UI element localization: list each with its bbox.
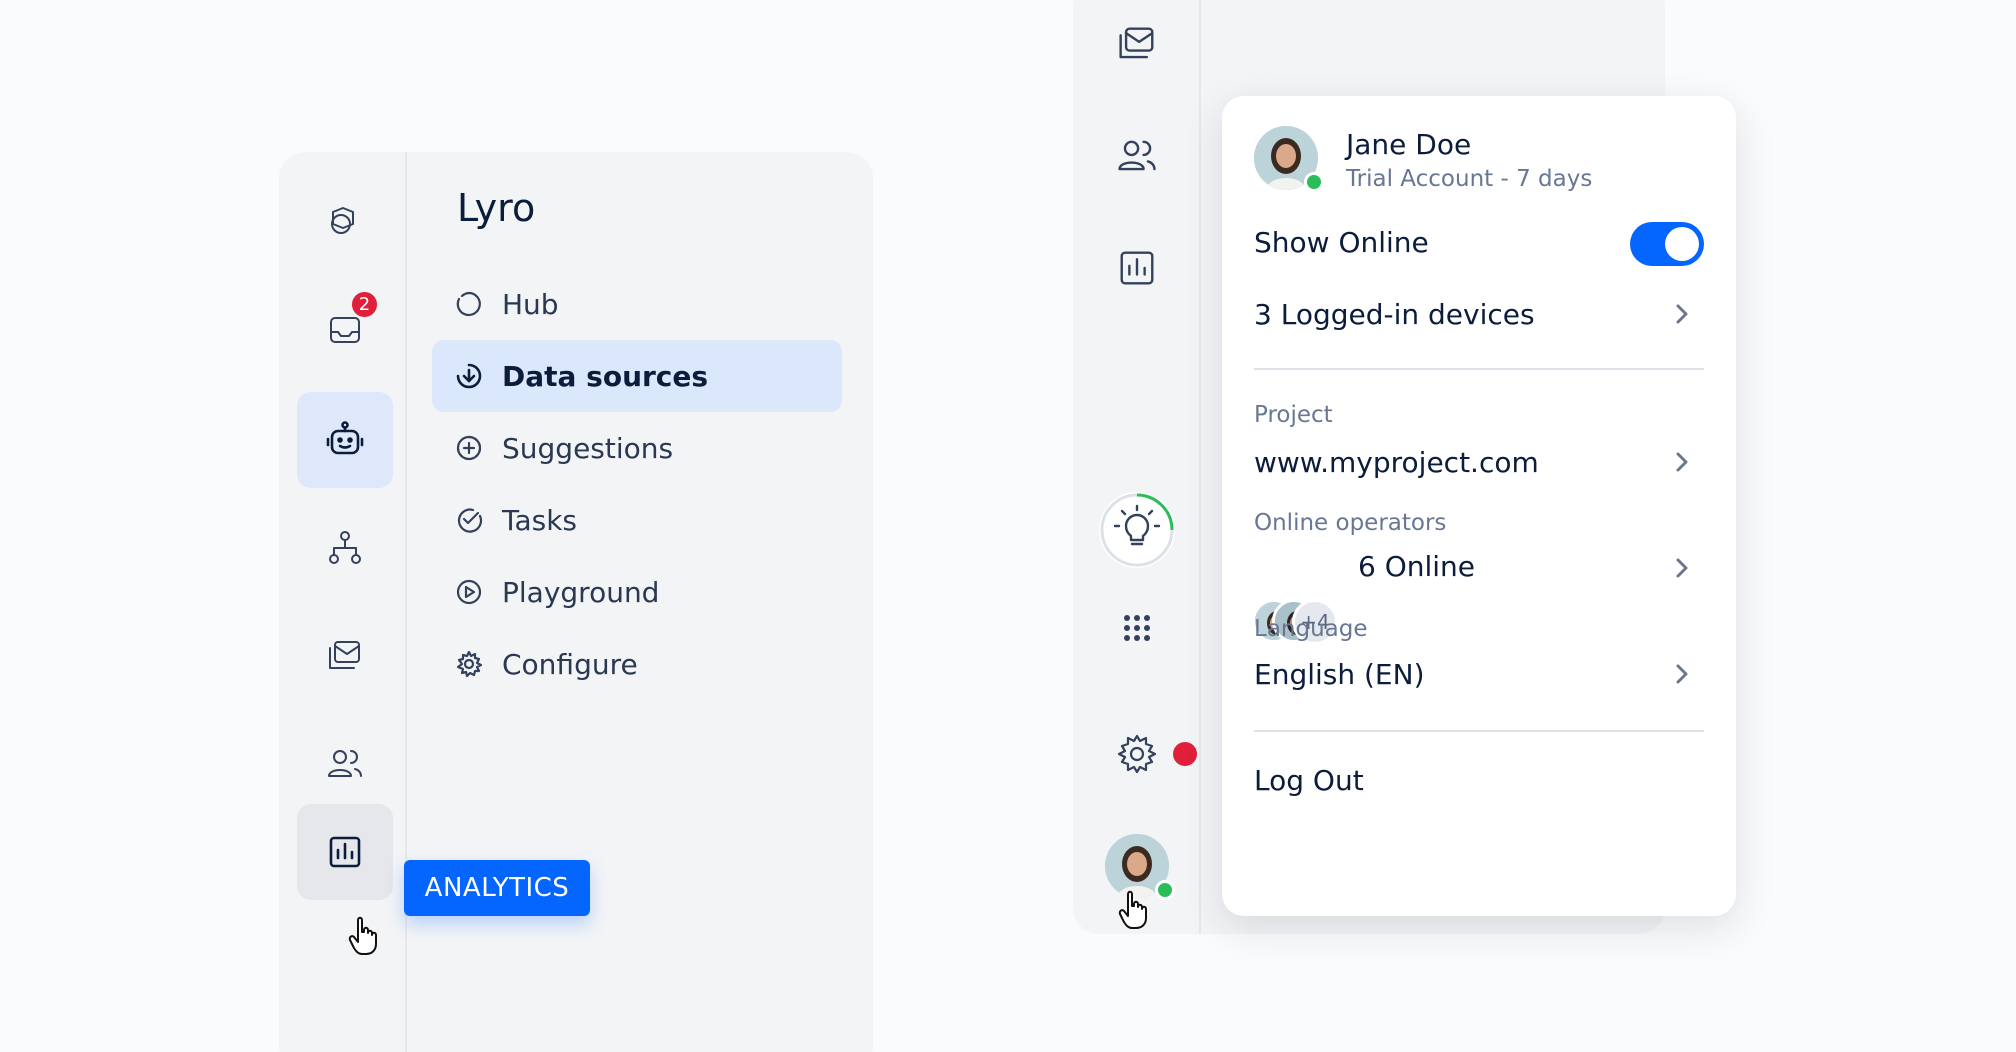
show-online-label: Show Online	[1254, 226, 1429, 259]
chevron-right-icon	[1672, 450, 1692, 474]
toggle-knob	[1665, 227, 1699, 261]
users-icon	[328, 750, 362, 777]
check-circle-icon	[457, 508, 483, 533]
shapes-icon	[331, 207, 354, 234]
plus-circle-icon	[456, 435, 482, 461]
lightbulb-progress-icon	[1100, 493, 1174, 567]
hand-cursor-icon	[1118, 890, 1150, 930]
rail-analytics-button[interactable]	[1113, 244, 1161, 292]
mail-stack-icon	[329, 641, 360, 669]
hub-icon	[456, 291, 481, 317]
play-circle-icon	[456, 579, 482, 605]
show-online-toggle[interactable]	[1630, 222, 1704, 266]
settings-button[interactable]	[1113, 730, 1161, 778]
rail-contacts-button[interactable]	[297, 716, 393, 812]
flow-tree-icon	[329, 531, 361, 564]
menu-item-label: Playground	[502, 575, 660, 609]
menu-item-configure[interactable]: Configure	[432, 628, 842, 700]
chevron-right-icon	[1672, 302, 1692, 326]
online-status-dot	[1304, 172, 1324, 192]
gear-icon	[1117, 734, 1157, 774]
mail-stack-icon	[1119, 27, 1154, 59]
users-icon	[1118, 140, 1156, 171]
project-section-label: Project	[1254, 402, 1333, 428]
logout-button[interactable]: Log Out	[1254, 764, 1364, 797]
menu-item-label: Data sources	[502, 359, 709, 393]
menu-item-label: Tasks	[502, 503, 578, 537]
settings-alert-dot	[1173, 742, 1197, 766]
menu-item-suggestions[interactable]: Suggestions	[432, 412, 842, 484]
menu-item-data-sources[interactable]: Data sources	[432, 340, 842, 412]
menu-item-label: Hub	[502, 287, 559, 321]
operators-online-count: 6 Online	[1358, 550, 1476, 583]
user-name: Jane Doe	[1346, 128, 1472, 161]
analytics-tooltip: ANALYTICS	[404, 860, 590, 916]
rail-mailing-button[interactable]	[297, 608, 393, 704]
user-plan: Trial Account - 7 days	[1346, 166, 1593, 192]
rail-dashboard-button[interactable]	[297, 172, 393, 268]
gear-icon	[456, 650, 483, 678]
rail-inbox-button[interactable]: 2	[297, 282, 393, 378]
menu-item-hub[interactable]: Hub	[432, 268, 842, 340]
menu-item-tasks[interactable]: Tasks	[432, 484, 842, 556]
inbox-badge: 2	[350, 290, 379, 319]
project-value: www.myproject.com	[1254, 446, 1539, 479]
menu-item-label: Suggestions	[502, 431, 674, 465]
profile-dropdown: Jane Doe Trial Account - 7 days Show Onl…	[1222, 96, 1736, 916]
apps-grid-icon	[1124, 615, 1150, 641]
rail-lyro-button[interactable]	[297, 392, 393, 488]
rail-contacts-button[interactable]	[1113, 132, 1161, 180]
divider	[1254, 730, 1704, 732]
chevron-right-icon	[1672, 662, 1692, 686]
divider	[1254, 368, 1704, 370]
language-value: English (EN)	[1254, 658, 1425, 691]
rail-analytics-button[interactable]	[297, 804, 393, 900]
icon-rail	[1073, 0, 1201, 934]
rail-mailing-button[interactable]	[1113, 20, 1161, 68]
menu-item-label: Configure	[502, 647, 638, 681]
online-status-dot	[1155, 880, 1175, 900]
hand-cursor-icon	[348, 916, 380, 956]
language-section-label: Language	[1254, 616, 1368, 642]
operators-section-label: Online operators	[1254, 510, 1447, 536]
apps-button[interactable]	[1113, 604, 1161, 652]
logged-in-devices-label: 3 Logged-in devices	[1254, 298, 1535, 331]
analytics-icon	[1120, 251, 1154, 285]
chevron-right-icon	[1672, 556, 1692, 580]
onboarding-button[interactable]	[1099, 492, 1175, 568]
robot-icon	[326, 421, 364, 455]
menu-item-playground[interactable]: Playground	[432, 556, 842, 628]
download-circle-icon	[456, 363, 482, 389]
rail-flows-button[interactable]	[297, 500, 393, 596]
icon-rail: 2	[279, 152, 407, 1052]
analytics-icon	[329, 836, 361, 868]
lyro-menu-title: Lyro	[457, 186, 536, 230]
